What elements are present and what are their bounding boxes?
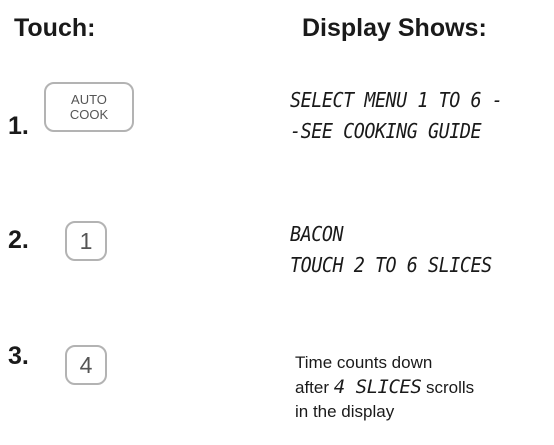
- step-3-desc-scrolls: scrolls: [426, 378, 475, 397]
- touch-header: Touch:: [14, 14, 96, 42]
- step-2-number: 2.: [8, 226, 29, 254]
- step-2-display-line1: BACON: [290, 222, 344, 246]
- step-3-desc-line3: in the display: [295, 402, 395, 421]
- step-2-display-text: BACON TOUCH 2 TO 6 SLICES: [290, 219, 492, 281]
- step-3-description: Time counts down after 4 SLICES scrolls …: [295, 351, 474, 424]
- step-2-display-line2: TOUCH 2 TO 6 SLICES: [290, 253, 492, 277]
- step-1-number: 1.: [8, 112, 29, 140]
- number-1-button[interactable]: 1: [65, 221, 107, 261]
- step-3-desc-after: after: [295, 378, 330, 397]
- step-3-number: 3.: [8, 342, 29, 370]
- number-4-button[interactable]: 4: [65, 345, 107, 385]
- auto-cook-label-line1: AUTO: [71, 92, 107, 107]
- step-1-display-line1: SELECT MENU 1 TO 6 -: [290, 88, 503, 112]
- step-1-display-text: SELECT MENU 1 TO 6 - -SEE COOKING GUIDE: [290, 85, 503, 147]
- auto-cook-label-line2: COOK: [69, 107, 109, 122]
- step-3-desc-line1: Time counts down: [295, 353, 433, 372]
- display-shows-header: Display Shows:: [302, 14, 487, 42]
- step-1-display-line2: -SEE COOKING GUIDE: [290, 119, 482, 143]
- step-3-desc-line2: after 4 SLICES scrolls: [295, 375, 474, 400]
- auto-cook-button[interactable]: AUTO COOK: [44, 82, 134, 132]
- step-3-desc-lcd: 4 SLICES: [333, 376, 422, 398]
